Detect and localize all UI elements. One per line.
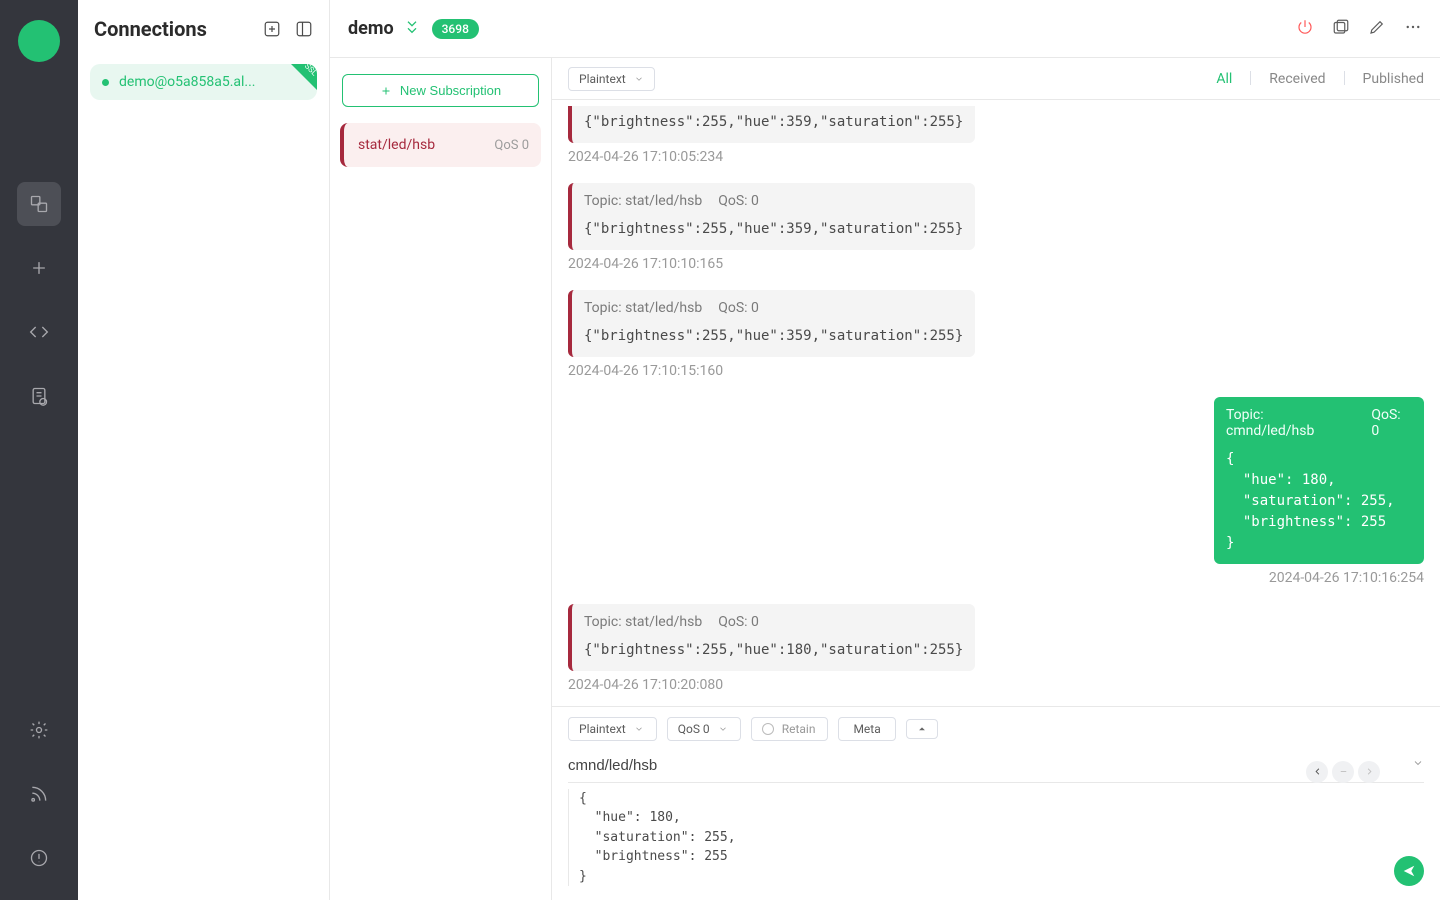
toggle-panel-icon[interactable] [295,20,313,38]
format-dropdown[interactable]: Plaintext [568,67,655,91]
message-received: Topic: stat/led/hsbQoS: 0 {"brightness":… [568,604,975,671]
message-received: Topic: stat/led/hsbQoS: 0 {"brightness":… [568,183,975,250]
rail-connections-icon[interactable] [17,182,61,226]
subscription-item[interactable]: stat/led/hsb QoS 0 [340,123,541,167]
topic-chevron-icon[interactable] [1412,757,1424,773]
message-timestamp: 2024-04-26 17:10:20:080 [568,677,723,693]
message-timestamp: 2024-04-26 17:10:15:160 [568,363,723,379]
rail-settings-icon[interactable] [17,708,61,752]
app-logo [18,20,60,62]
connection-label: demo@o5a858a5.al... [119,74,256,90]
tab-received[interactable]: Received [1269,71,1325,87]
edit-icon[interactable] [1368,18,1386,40]
radio-icon [762,723,774,735]
window-icon[interactable] [1332,18,1350,40]
history-dash-icon[interactable] [1332,761,1354,783]
meta-button[interactable]: Meta [838,717,895,741]
message-received: {"brightness":255,"hue":359,"saturation"… [568,106,975,143]
rail-feed-icon[interactable] [17,772,61,816]
subscriptions-panel: New Subscription stat/led/hsb QoS 0 [330,0,552,900]
more-icon[interactable] [1404,18,1422,40]
message-count-badge: 3698 [432,19,479,39]
subscription-qos: QoS 0 [494,138,529,153]
history-next-icon[interactable] [1358,761,1380,783]
nav-rail [0,0,78,900]
collapse-button[interactable] [906,719,938,739]
messages-toolbar: Plaintext All Received Published [552,58,1440,100]
rail-code-icon[interactable] [17,310,61,354]
retain-toggle[interactable]: Retain [751,717,829,741]
expand-chevron-icon[interactable] [404,19,420,39]
publish-qos-dropdown[interactable]: QoS 0 [667,717,741,741]
publish-panel: Plaintext QoS 0 Retain Meta { "hue": 180… [552,706,1440,900]
connection-title: demo [348,18,394,39]
message-timestamp: 2024-04-26 17:10:16:254 [1269,570,1424,586]
messages-area: Plaintext All Received Published {"brigh… [552,58,1440,900]
subscription-topic: stat/led/hsb [358,137,435,153]
status-dot-icon [102,79,109,86]
connection-header: demo 3698 [330,0,1440,58]
message-received: Topic: stat/led/hsbQoS: 0 {"brightness":… [568,290,975,357]
tab-published[interactable]: Published [1363,71,1424,87]
message-timestamp: 2024-04-26 17:10:05:234 [568,149,723,165]
history-prev-icon[interactable] [1306,761,1328,783]
new-subscription-label: New Subscription [400,83,501,98]
connections-panel: Connections demo@o5a858a5.al... SSL [78,0,330,900]
payload-history-nav [1306,761,1380,783]
publish-payload-editor[interactable]: { "hue": 180, "saturation": 255, "bright… [568,789,1424,887]
message-timestamp: 2024-04-26 17:10:10:165 [568,256,723,272]
send-button[interactable] [1394,856,1424,886]
add-connection-icon[interactable] [263,20,281,38]
new-subscription-button[interactable]: New Subscription [342,74,539,107]
publish-format-dropdown[interactable]: Plaintext [568,717,657,741]
tab-all[interactable]: All [1216,71,1232,87]
rail-add-icon[interactable] [17,246,61,290]
publish-topic-input[interactable] [568,751,1424,783]
connection-item[interactable]: demo@o5a858a5.al... SSL [90,64,317,100]
rail-help-icon[interactable] [17,836,61,880]
panel-title: Connections [94,17,207,41]
power-icon[interactable] [1296,18,1314,40]
rail-log-icon[interactable] [17,374,61,418]
message-list[interactable]: {"brightness":255,"hue":359,"saturation"… [552,100,1440,706]
message-sent: Topic: cmnd/led/hsbQoS: 0 { "hue": 180, … [1214,397,1424,564]
